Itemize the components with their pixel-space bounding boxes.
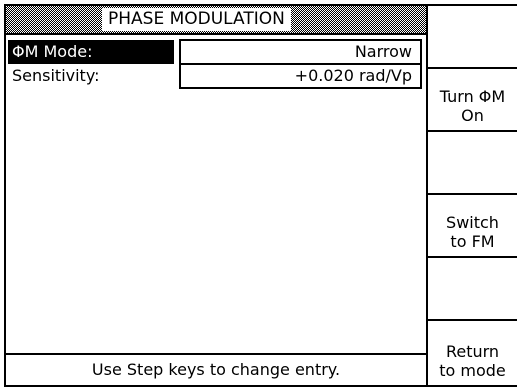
softkey-1[interactable] xyxy=(428,6,517,69)
switch-to-fm-line1: Switch xyxy=(446,213,499,232)
return-to-mode-softkey[interactable]: Return to mode xyxy=(428,321,517,385)
switch-to-fm-line2: to FM xyxy=(450,232,495,251)
pm-mode-value[interactable]: Narrow xyxy=(179,39,422,65)
turn-pm-on-softkey[interactable]: Turn ΦM On xyxy=(428,69,517,132)
switch-to-fm-softkey[interactable]: Switch to FM xyxy=(428,195,517,258)
softkey-5[interactable] xyxy=(428,258,517,321)
return-to-mode-line2: to mode xyxy=(439,361,506,380)
softkey-column: Turn ΦM On Switch to FM Return to mode xyxy=(428,4,517,387)
panel-title: PHASE MODULATION xyxy=(102,8,291,31)
panel-title-bar: PHASE MODULATION xyxy=(6,6,426,35)
return-to-mode-line1: Return xyxy=(445,342,500,361)
pm-mode-label[interactable]: ΦM Mode: xyxy=(8,40,174,64)
sensitivity-label[interactable]: Sensitivity: xyxy=(8,64,100,88)
phase-modulation-panel: PHASE MODULATION ΦM Mode: Narrow Sensiti… xyxy=(4,4,428,387)
sensitivity-value[interactable]: +0.020 rad/Vp xyxy=(179,63,422,89)
softkey-3[interactable] xyxy=(428,132,517,195)
status-message: Use Step keys to change entry. xyxy=(6,353,426,385)
turn-pm-on-line1: Turn ΦM xyxy=(439,87,506,106)
turn-pm-on-line2: On xyxy=(461,106,484,125)
